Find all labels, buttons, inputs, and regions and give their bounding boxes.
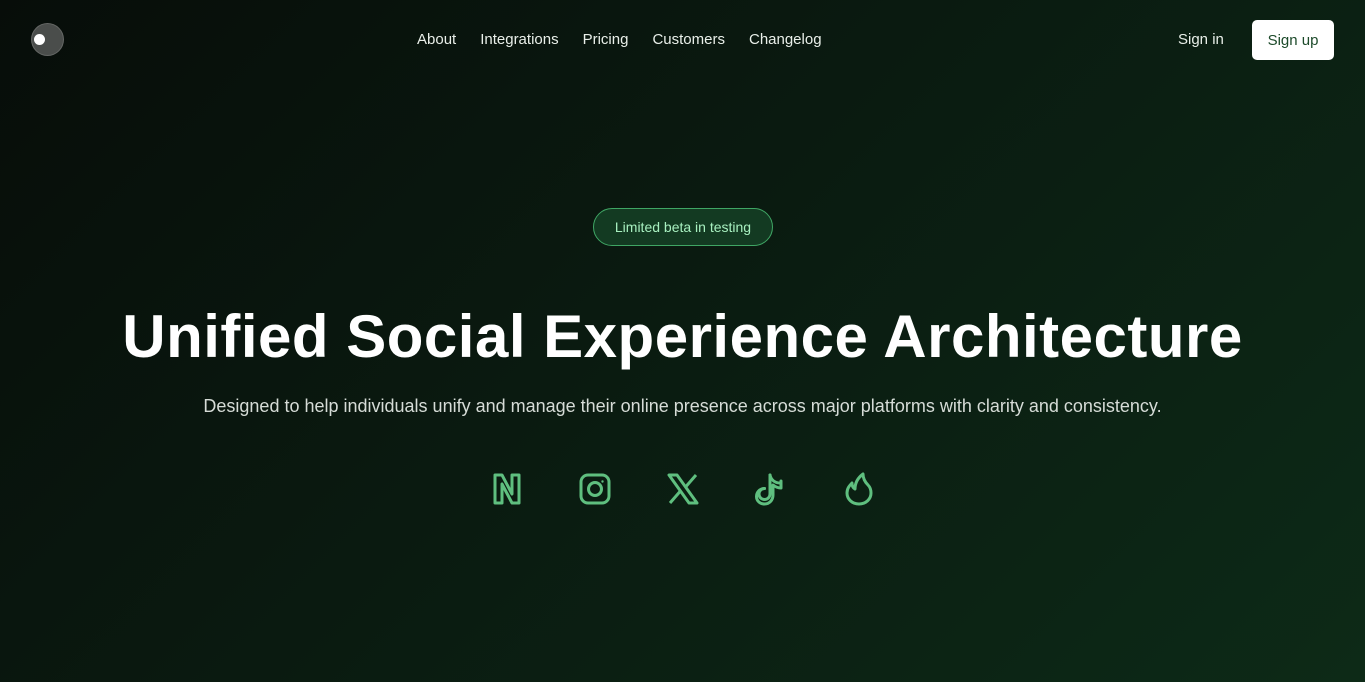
instagram-icon[interactable] [577, 470, 613, 508]
beta-badge: Limited beta in testing [593, 208, 773, 246]
threads-icon[interactable] [489, 470, 525, 508]
top-nav: About Integrations Pricing Customers Cha… [0, 0, 1365, 80]
nav-link-pricing[interactable]: Pricing [583, 31, 629, 48]
nav-link-about[interactable]: About [417, 31, 456, 48]
nav-link-integrations[interactable]: Integrations [480, 31, 558, 48]
nav-link-customers[interactable]: Customers [652, 31, 725, 48]
platform-icons [489, 470, 877, 508]
nav-link-changelog[interactable]: Changelog [749, 31, 822, 48]
logo-dot [34, 34, 45, 45]
sign-up-button[interactable]: Sign up [1252, 20, 1334, 60]
tinder-icon[interactable] [841, 470, 877, 508]
hero-title: Unified Social Experience Architecture [122, 303, 1243, 370]
logo-toggle-icon[interactable] [31, 23, 64, 56]
nav-links: About Integrations Pricing Customers Cha… [417, 31, 822, 48]
sign-in-link[interactable]: Sign in [1178, 31, 1224, 48]
x-icon[interactable] [665, 470, 701, 508]
hero-subtitle: Designed to help individuals unify and m… [203, 396, 1162, 416]
tiktok-icon[interactable] [753, 470, 789, 508]
